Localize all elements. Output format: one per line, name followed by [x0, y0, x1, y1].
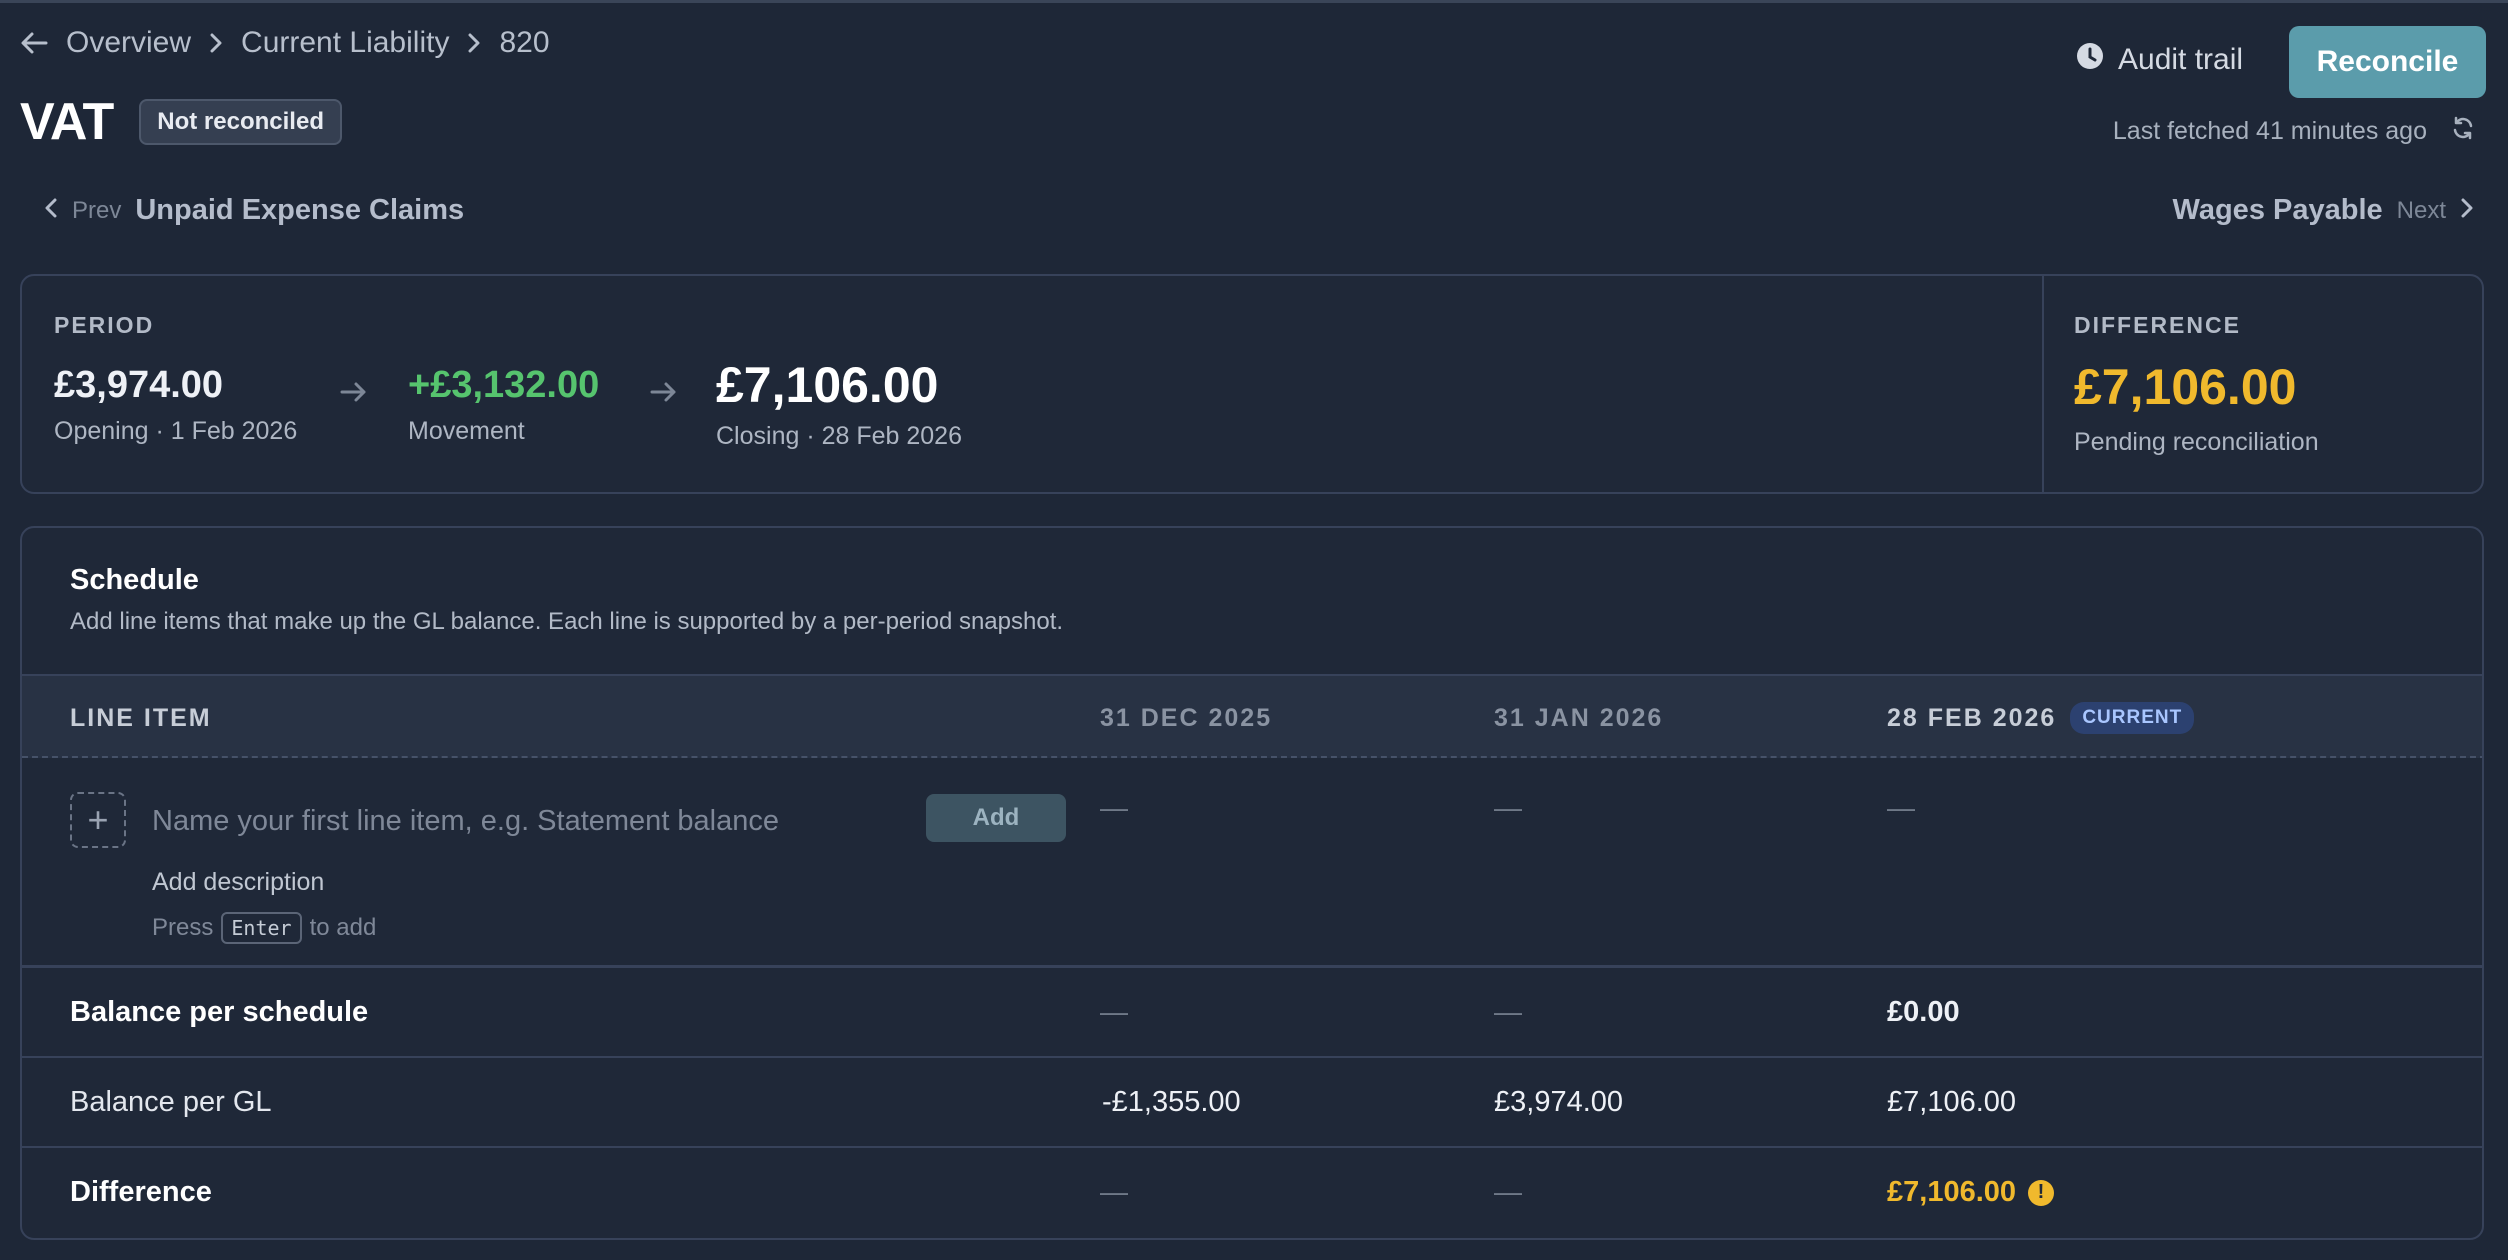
balance-per-schedule-row: Balance per schedule — — £0.00: [22, 968, 2482, 1058]
column-header-jan-2026: 31 JAN 2026: [1494, 704, 1664, 732]
refresh-icon[interactable]: [2451, 116, 2475, 147]
column-header-feb-2026: 28 FEB 2026 CURRENT: [1887, 702, 2195, 734]
chevron-left-icon: [44, 198, 58, 223]
row-value: £3,974.00: [1494, 1086, 1624, 1118]
breadcrumb-current-liability[interactable]: Current Liability: [241, 26, 449, 60]
next-label: Next: [2396, 196, 2446, 224]
enter-hint: Press Enter to add: [152, 912, 376, 944]
empty-cell: —: [1100, 792, 1128, 823]
row-label: Balance per GL: [70, 1086, 272, 1118]
next-account-link[interactable]: Wages Payable Next: [2173, 194, 2474, 227]
period-label: PERIOD: [54, 312, 155, 338]
current-badge: CURRENT: [2070, 702, 2195, 734]
difference-row: Difference — — £7,106.00 !: [22, 1148, 2482, 1238]
next-account-name: Wages Payable: [2172, 194, 2383, 226]
arrow-right-icon: [650, 380, 678, 409]
add-line-item-button[interactable]: Add: [926, 794, 1066, 842]
title-row: VAT Not reconciled: [20, 92, 342, 152]
movement-value: +£3,132.00: [408, 364, 600, 406]
hint-suffix: to add: [309, 914, 377, 941]
row-value: -£1,355.00: [1102, 1086, 1241, 1118]
new-line-item-row: + Add Add description Press Enter to add…: [22, 758, 2482, 968]
column-header-line-item: LINE ITEM: [70, 704, 212, 732]
row-label: Balance per schedule: [70, 996, 369, 1028]
reconcile-button[interactable]: Reconcile: [2289, 26, 2486, 98]
top-border: [0, 0, 2508, 3]
row-value: £7,106.00: [1887, 1086, 2017, 1118]
movement-caption: Movement: [408, 417, 525, 445]
page-title: VAT: [20, 93, 114, 151]
line-item-name-input[interactable]: [152, 796, 912, 846]
empty-cell: —: [1887, 792, 1915, 823]
divider: [2042, 276, 2044, 492]
enter-key: Enter: [221, 912, 302, 944]
row-value: —: [1100, 996, 1128, 1027]
audit-trail-label: Audit trail: [2118, 43, 2244, 76]
clock-icon: [2076, 42, 2104, 78]
last-fetched: Last fetched 41 minutes ago: [2113, 116, 2475, 147]
prev-account-name: Unpaid Expense Claims: [135, 194, 465, 226]
opening-value: £3,974.00: [54, 364, 224, 406]
balance-per-gl-row: Balance per GL -£1,355.00 £3,974.00 £7,1…: [22, 1058, 2482, 1148]
prev-label: Prev: [72, 196, 122, 224]
difference-value: £7,106.00: [2074, 359, 2297, 415]
warning-icon: !: [2028, 1179, 2055, 1206]
hint-prefix: Press: [152, 914, 214, 941]
breadcrumb-account-code: 820: [499, 26, 550, 59]
table-header: LINE ITEM 31 DEC 2025 31 JAN 2026 28 FEB…: [22, 674, 2482, 758]
row-label: Difference: [70, 1176, 212, 1208]
schedule-title: Schedule: [70, 564, 199, 596]
row-value: £7,106.00: [1887, 1176, 2017, 1208]
chevron-right-icon: [2460, 198, 2474, 223]
breadcrumb: Overview Current Liability 820: [20, 26, 550, 60]
arrow-right-icon: [340, 380, 368, 409]
back-arrow-icon[interactable]: [20, 31, 48, 55]
closing-balance: £7,106.00 Closing · 28 Feb 2026: [716, 356, 962, 451]
row-value: —: [1494, 1176, 1522, 1207]
row-value: —: [1494, 996, 1522, 1027]
status-badge: Not reconciled: [139, 99, 342, 145]
audit-trail-button[interactable]: Audit trail: [2076, 42, 2243, 78]
opening-balance: £3,974.00 Opening · 1 Feb 2026: [54, 364, 297, 446]
movement: +£3,132.00 Movement: [408, 364, 599, 446]
breadcrumb-overview[interactable]: Overview: [66, 26, 191, 60]
schedule-card: Schedule Add line items that make up the…: [20, 526, 2484, 1240]
row-value: —: [1100, 1176, 1128, 1207]
column-header-feb-2026-label: 28 FEB 2026: [1887, 704, 2057, 732]
column-header-dec-2025: 31 DEC 2025: [1100, 704, 1273, 732]
difference-value-cell: £7,106.00 !: [1887, 1176, 2055, 1209]
difference-label: DIFFERENCE: [2074, 312, 2241, 338]
row-value: £0.00: [1887, 996, 1960, 1028]
plus-icon[interactable]: +: [70, 792, 126, 848]
empty-cell: —: [1494, 792, 1522, 823]
difference-caption: Pending reconciliation: [2074, 428, 2319, 456]
closing-caption: Closing · 28 Feb 2026: [716, 422, 962, 450]
chevron-right-icon: [209, 33, 223, 53]
period-summary-card: PERIOD £3,974.00 Opening · 1 Feb 2026 +£…: [20, 274, 2484, 494]
chevron-right-icon: [467, 33, 481, 53]
closing-value: £7,106.00: [716, 357, 939, 413]
prev-account-link[interactable]: Prev Unpaid Expense Claims: [44, 194, 464, 227]
opening-caption: Opening · 1 Feb 2026: [54, 417, 298, 445]
last-fetched-text: Last fetched 41 minutes ago: [2112, 117, 2427, 145]
schedule-description: Add line items that make up the GL balan…: [70, 608, 1064, 635]
add-description-link[interactable]: Add description: [152, 868, 324, 897]
